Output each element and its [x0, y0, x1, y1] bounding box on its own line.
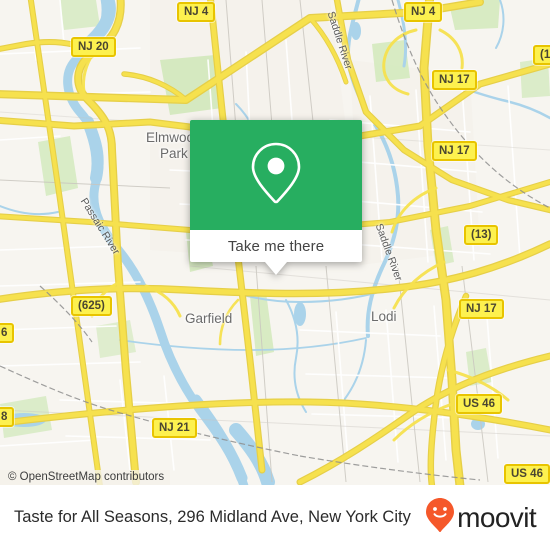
take-me-there-label: Take me there	[227, 237, 325, 255]
route-shield-8: 8	[0, 407, 15, 427]
route-shield-nj17: NJ 17	[432, 141, 477, 161]
route-shield-nj20: NJ 20	[71, 37, 116, 57]
take-me-there-button[interactable]: Take me there	[190, 230, 362, 262]
map-view[interactable]: .rdC{fill:none;stroke:#f6e14e;stroke-lin…	[0, 0, 550, 485]
moovit-wordmark: moovit	[457, 501, 536, 533]
route-shield-us46: US 46	[456, 394, 502, 414]
route-shield-nj17: NJ 17	[459, 299, 504, 319]
route-shield-6: 6	[0, 323, 15, 343]
location-title: Taste for All Seasons, 296 Midland Ave, …	[14, 508, 411, 526]
place-label-park: Park	[160, 146, 188, 161]
popup-pointer	[265, 262, 287, 275]
route-shield-nj17: NJ 17	[432, 70, 477, 90]
map-pin-icon	[248, 140, 304, 211]
route-shield-13: (13)	[464, 225, 499, 245]
route-shield-us46: US 46	[504, 464, 550, 484]
place-label-lodi: Lodi	[371, 309, 397, 324]
route-shield-nj4: NJ 4	[404, 2, 443, 22]
osm-attribution[interactable]: © OpenStreetMap contributors	[0, 470, 171, 485]
route-shield-nj21: NJ 21	[152, 418, 197, 438]
popup-header	[190, 120, 362, 230]
bottom-info-bar: Taste for All Seasons, 296 Midland Ave, …	[0, 485, 550, 550]
moovit-pin-smiley-icon	[425, 497, 455, 538]
moovit-logo[interactable]: moovit	[425, 497, 550, 538]
route-shield-625: (625)	[71, 296, 112, 316]
location-popup[interactable]: Take me there	[190, 120, 362, 275]
moovit-map-screen: .rdC{fill:none;stroke:#f6e14e;stroke-lin…	[0, 0, 550, 550]
route-shield-nj4: NJ 4	[177, 2, 216, 22]
route-shield-13: (13	[533, 45, 550, 65]
place-label-garfield: Garfield	[185, 311, 233, 326]
